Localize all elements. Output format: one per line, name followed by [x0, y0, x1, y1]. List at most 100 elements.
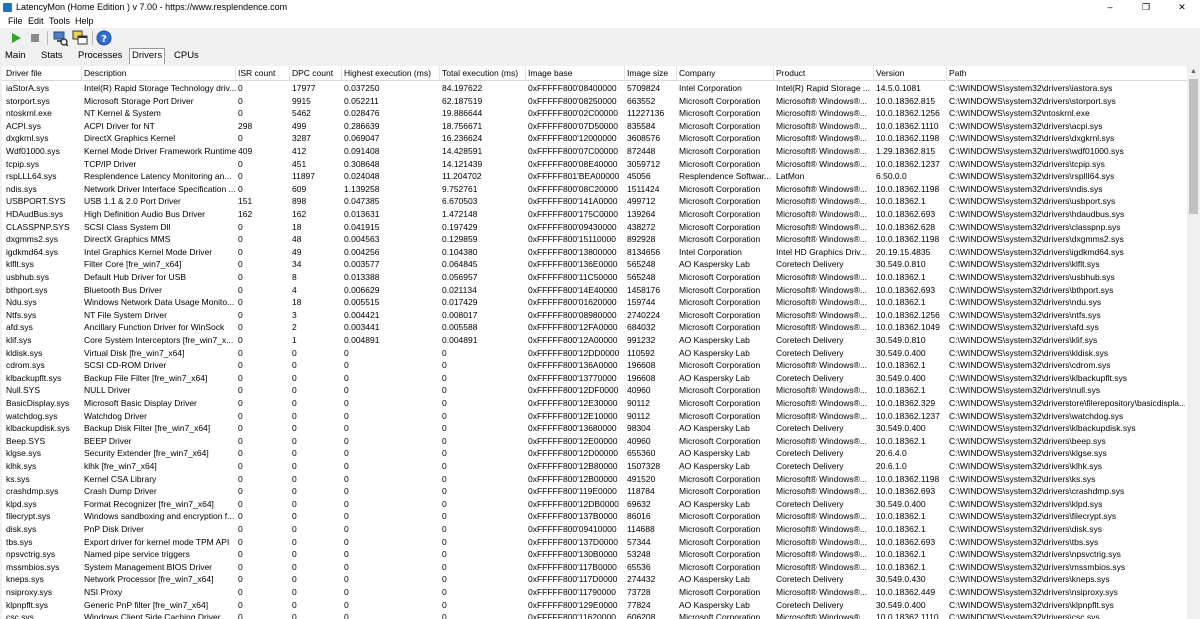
table-row[interactable]: dxgmms2.sys DirectX Graphics MMS 0 48 0.0045… — [2, 233, 1187, 246]
table-row[interactable]: afd.sys Ancillary Function Driver for Win… — [2, 321, 1187, 334]
menu-tools[interactable]: Tools — [49, 16, 70, 26]
cell-image-base: 0xFFFFF800'12A00000 — [528, 335, 618, 345]
table-row[interactable]: tbs.sys Export driver for kernel mode TPM… — [2, 536, 1187, 549]
table-row[interactable]: kldisk.sys Virtual Disk [fre_win7_x64] 0 0 0… — [2, 347, 1187, 360]
table-row[interactable]: klbackupflt.sys Backup File Filter [fre_w… — [2, 372, 1187, 385]
cell-driver-file: ntoskrnl.exe — [6, 108, 52, 119]
close-button[interactable]: ✕ — [1164, 0, 1200, 15]
table-row[interactable]: klhk.sys klhk [fre_win7_x64] 0 0 0 0 0xFFFFF80… — [2, 460, 1187, 473]
table-row[interactable]: CLASSPNP.SYS SCSI Class System Dll 0 18 0.04… — [2, 221, 1187, 234]
column-header-total-execution[interactable]: Total execution (ms) — [442, 68, 526, 78]
cell-total-execution: 0 — [442, 347, 447, 358]
toolbar-separator — [47, 31, 48, 45]
table-row[interactable]: klpnpflt.sys Generic PnP filter [fre_win7… — [2, 599, 1187, 612]
tab-main[interactable]: Main — [3, 49, 28, 63]
tab-cpus[interactable]: CPUs — [172, 49, 201, 63]
scroll-thumb[interactable] — [1189, 79, 1198, 214]
column-header-highest-execution[interactable]: Highest execution (ms) — [344, 68, 440, 78]
menu-help[interactable]: Help — [75, 16, 94, 26]
column-divider[interactable] — [873, 66, 874, 80]
cell-driver-file: tcpip.sys — [6, 158, 40, 169]
table-row[interactable]: ntoskrnl.exe NT Kernel & System 0 5462 0.028… — [2, 107, 1187, 120]
cell-image-size: 73728 — [627, 587, 651, 597]
table-row[interactable]: ndis.sys Network Driver Interface Specifi… — [2, 183, 1187, 196]
table-row[interactable]: cdrom.sys SCSI CD-ROM Driver 0 0 0 0 0xFFFFF80… — [2, 359, 1187, 372]
cell-driver-file: crashdmp.sys — [6, 486, 59, 497]
column-divider[interactable] — [439, 66, 440, 80]
column-header-driver-file[interactable]: Driver file — [6, 68, 82, 78]
column-header-image-base[interactable]: Image base — [528, 68, 625, 78]
column-header-dpc-count[interactable]: DPC count — [292, 68, 342, 78]
table-row[interactable]: klflt.sys Filter Core [fre_win7_x64] 0 34 0.… — [2, 258, 1187, 271]
stop-icon[interactable] — [27, 30, 43, 46]
table-row[interactable]: klpd.sys Format Recognizer [fre_win7_x64]… — [2, 498, 1187, 511]
column-divider[interactable] — [624, 66, 625, 80]
column-header-version[interactable]: Version — [876, 68, 947, 78]
table-row[interactable]: filecrypt.sys Windows sandboxing and encr… — [2, 510, 1187, 523]
cell-image-base: 0xFFFFF800'129E0000 — [528, 599, 618, 610]
table-row[interactable]: storport.sys Microsoft Storage Port Drive… — [2, 95, 1187, 108]
cell-isr-count: 0 — [238, 95, 243, 106]
table-row[interactable]: klif.sys Core System Interceptors [fre_wi… — [2, 334, 1187, 347]
table-row[interactable]: Ndu.sys Windows Network Data Usage Monito… — [2, 296, 1187, 309]
table-row[interactable]: USBPORT.SYS USB 1.1 & 2.0 Port Driver 151 8… — [2, 195, 1187, 208]
column-divider[interactable] — [946, 66, 947, 80]
column-divider[interactable] — [289, 66, 290, 80]
table-row[interactable]: ACPI.sys ACPI Driver for NT 298 499 0.286639… — [2, 120, 1187, 133]
cell-version: 10.0.18362.1110 — [876, 120, 939, 131]
table-row[interactable]: Beep.SYS BEEP Driver 0 0 0 0 0xFFFFF800'12E000… — [2, 435, 1187, 448]
column-header-company[interactable]: Company — [679, 68, 774, 78]
table-row[interactable]: klgse.sys Security Extender [fre_win7_x64… — [2, 447, 1187, 460]
cell-image-base: 0xFFFFF800'117D0000 — [528, 574, 618, 585]
table-row[interactable]: Null.SYS NULL Driver 0 0 0 0 0xFFFFF800'12DF00… — [2, 384, 1187, 397]
table-row[interactable]: Wdf01000.sys Kernel Mode Driver Framework… — [2, 145, 1187, 158]
table-row[interactable]: Ntfs.sys NT File System Driver 0 3 0.004421 0… — [2, 309, 1187, 322]
table-row[interactable]: mssmbios.sys System Management BIOS Drive… — [2, 561, 1187, 574]
table-row[interactable]: rspLLL64.sys Resplendence Latency Monitor… — [2, 170, 1187, 183]
table-row[interactable]: csc.sys Windows Client Side Caching Drive… — [2, 611, 1187, 619]
start-icon[interactable] — [8, 30, 24, 46]
table-row[interactable]: nsiproxy.sys NSI Proxy 0 0 0 0 0xFFFFF800'1179… — [2, 586, 1187, 599]
table-row[interactable]: HDAudBus.sys High Definition Audio Bus Dr… — [2, 208, 1187, 221]
tab-stats[interactable]: Stats — [39, 49, 65, 63]
table-row[interactable]: BasicDisplay.sys Microsoft Basic Display … — [2, 397, 1187, 410]
column-header-description[interactable]: Description — [84, 68, 236, 78]
table-row[interactable]: disk.sys PnP Disk Driver 0 0 0 0 0xFFFFF800'09… — [2, 523, 1187, 536]
column-header-product[interactable]: Product — [776, 68, 874, 78]
minimize-button[interactable]: – — [1092, 0, 1128, 15]
maximize-button[interactable]: ❐ — [1128, 0, 1164, 15]
table-row[interactable]: klbackupdisk.sys Backup Disk Filter [fre_… — [2, 422, 1187, 435]
table-row[interactable]: watchdog.sys Watchdog Driver 0 0 0 0 0xFFFFF80… — [2, 410, 1187, 423]
column-divider[interactable] — [81, 66, 82, 80]
menu-file[interactable]: File — [8, 16, 23, 26]
table-row[interactable]: ks.sys Kernel CSA Library 0 0 0 0 0xFFFFF800'1… — [2, 473, 1187, 486]
table-row[interactable]: igdkmd64.sys Intel Graphics Kernel Mode D… — [2, 246, 1187, 259]
menu-edit[interactable]: Edit — [28, 16, 44, 26]
table-row[interactable]: dxgkrnl.sys DirectX Graphics Kernel 0 3287 0… — [2, 132, 1187, 145]
table-row[interactable]: usbhub.sys Default Hub Driver for USB 0 8 0.… — [2, 271, 1187, 284]
column-divider[interactable] — [676, 66, 677, 80]
column-divider[interactable] — [773, 66, 774, 80]
cell-highest-execution: 0.041915 — [344, 221, 380, 232]
table-row[interactable]: iaStorA.sys Intel(R) Rapid Storage Techno… — [2, 82, 1187, 95]
column-header-image-size[interactable]: Image size — [627, 68, 677, 78]
column-header-path[interactable]: Path — [949, 68, 1185, 78]
table-row[interactable]: bthport.sys Bluetooth Bus Driver 0 4 0.00662… — [2, 284, 1187, 297]
column-divider[interactable] — [341, 66, 342, 80]
vertical-scrollbar[interactable]: ▲ — [1187, 66, 1200, 619]
cell-driver-file: cdrom.sys — [6, 360, 45, 371]
table-row[interactable]: crashdmp.sys Crash Dump Driver 0 0 0 0 0xFFFFF… — [2, 485, 1187, 498]
table-row[interactable]: kneps.sys Network Processor [fre_win7_x64… — [2, 573, 1187, 586]
windows-icon[interactable] — [72, 30, 88, 46]
column-divider[interactable] — [235, 66, 236, 80]
help-icon[interactable]: ? — [96, 30, 112, 46]
table-row[interactable]: npsvctrig.sys Named pipe service triggers… — [2, 548, 1187, 561]
tab-processes[interactable]: Processes — [76, 49, 124, 63]
column-header-isr-count[interactable]: ISR count — [238, 68, 290, 78]
cell-description: Kernel CSA Library — [84, 473, 157, 484]
computer-icon[interactable] — [52, 30, 68, 46]
table-row[interactable]: tcpip.sys TCP/IP Driver 0 451 0.308648 14.121… — [2, 158, 1187, 171]
tab-drivers[interactable]: Drivers — [129, 48, 166, 64]
scroll-up-icon[interactable]: ▲ — [1187, 66, 1200, 78]
column-divider[interactable] — [525, 66, 526, 80]
